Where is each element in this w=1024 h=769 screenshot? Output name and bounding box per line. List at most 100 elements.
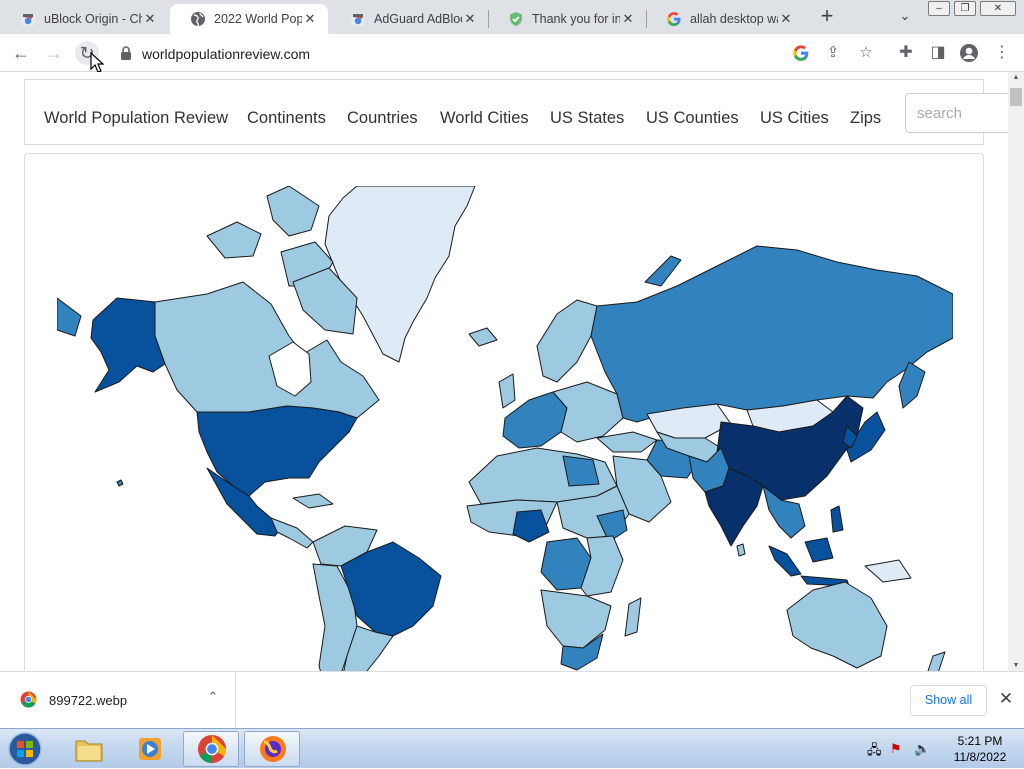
map-region-madagascar bbox=[624, 597, 642, 637]
nav-link-world-cities[interactable]: World Cities bbox=[440, 109, 529, 128]
tab-close-icon[interactable]: ✕ bbox=[778, 11, 794, 27]
taskbar-firefox-button[interactable] bbox=[244, 731, 300, 767]
map-region-russia-east-tip bbox=[57, 297, 82, 337]
page-scrollbar[interactable]: ▲ ▼ bbox=[1008, 72, 1024, 671]
side-panel-icon[interactable]: ◨ bbox=[928, 43, 948, 63]
shield-check-icon bbox=[510, 12, 522, 26]
forward-arrow-icon[interactable]: → bbox=[42, 41, 66, 65]
browser-toolbar: ← → ↻ worldpopulationreview.com ⇪ ☆ ✚ ◨ … bbox=[0, 34, 1024, 72]
tab-strip: uBlock Origin - Ch ✕ 2022 World Popul ✕ … bbox=[0, 0, 1024, 34]
site-navbar: World Population Review Continents Count… bbox=[24, 79, 1011, 145]
download-file-name: 899722.webp bbox=[49, 693, 128, 708]
windows-taskbar: 🖧 ⚑ 🔈 5:21 PM 11/8/2022 bbox=[0, 728, 1024, 768]
scroll-down-arrow-icon[interactable]: ▼ bbox=[1008, 662, 1024, 669]
share-icon[interactable]: ⇪ bbox=[824, 44, 842, 62]
map-region-indonesia-sumatra bbox=[768, 545, 802, 577]
map-region-greenland bbox=[324, 186, 476, 363]
tab-title: AdGuard AdBlock bbox=[374, 12, 462, 26]
tab-ublock[interactable]: uBlock Origin - Ch ✕ bbox=[0, 4, 168, 34]
tab-close-icon[interactable]: ✕ bbox=[142, 11, 158, 27]
restore-window-button[interactable]: ❐ bbox=[954, 1, 976, 16]
map-region-papua bbox=[864, 559, 912, 583]
scroll-up-arrow-icon[interactable]: ▲ bbox=[1008, 74, 1024, 81]
firefox-icon bbox=[260, 736, 286, 762]
download-bar: 899722.webp ⌃ Show all ✕ bbox=[0, 671, 1024, 728]
tab-search-chevron-icon[interactable]: ⌄ bbox=[895, 8, 915, 28]
tab-close-icon[interactable]: ✕ bbox=[620, 11, 636, 27]
tab-close-icon[interactable]: ✕ bbox=[302, 11, 318, 27]
nav-link-countries[interactable]: Countries bbox=[347, 109, 418, 128]
search-input[interactable] bbox=[905, 93, 1011, 133]
menu-kebab-icon[interactable]: ⋮ bbox=[992, 43, 1012, 63]
world-population-map bbox=[57, 186, 953, 671]
map-region-alaska bbox=[90, 297, 166, 393]
chrome-webstore-icon bbox=[21, 14, 35, 26]
volume-icon[interactable]: 🔈 bbox=[914, 741, 930, 757]
taskbar-media-player-button[interactable] bbox=[122, 731, 178, 767]
tab-thank-you[interactable]: Thank you for inst ✕ bbox=[488, 4, 646, 34]
brand-link[interactable]: World Population Review bbox=[44, 109, 228, 128]
close-window-button[interactable]: ✕ bbox=[980, 1, 1016, 16]
network-icon[interactable]: 🖧 bbox=[867, 741, 883, 757]
map-region-turkey bbox=[596, 431, 658, 453]
tab-title: uBlock Origin - Ch bbox=[44, 12, 142, 26]
map-region-russia bbox=[590, 245, 953, 423]
google-translate-icon[interactable] bbox=[792, 44, 810, 62]
tab-allah-wallpaper[interactable]: allah desktop wall ✕ bbox=[646, 4, 804, 34]
map-region-scandinavia bbox=[536, 299, 598, 383]
google-g-icon bbox=[667, 12, 681, 26]
minimize-window-button[interactable]: – bbox=[928, 1, 950, 16]
system-tray: 🖧 ⚑ 🔈 5:21 PM 11/8/2022 bbox=[862, 729, 1024, 769]
media-player-icon bbox=[139, 738, 161, 760]
download-item[interactable]: 899722.webp ⌃ bbox=[0, 672, 236, 728]
web-page: World Population Review Continents Count… bbox=[0, 72, 1024, 671]
tab-world-population[interactable]: 2022 World Popul ✕ bbox=[170, 4, 328, 34]
map-region-iceland bbox=[468, 327, 498, 347]
action-center-flag-icon[interactable]: ⚑ bbox=[890, 741, 906, 757]
chrome-icon bbox=[197, 734, 227, 764]
nav-link-us-cities[interactable]: US Cities bbox=[760, 109, 829, 128]
scroll-thumb[interactable] bbox=[1010, 88, 1022, 106]
back-arrow-icon[interactable]: ← bbox=[9, 41, 33, 65]
map-region-hawaii bbox=[116, 479, 124, 487]
map-card bbox=[24, 153, 984, 671]
tab-title: allah desktop wall bbox=[690, 12, 778, 26]
tab-title: 2022 World Popul bbox=[214, 12, 302, 26]
map-region-uk bbox=[498, 373, 516, 409]
new-tab-button[interactable]: + bbox=[816, 5, 838, 28]
windows-start-orb-icon[interactable] bbox=[6, 731, 44, 767]
extensions-puzzle-icon[interactable]: ✚ bbox=[896, 43, 916, 63]
map-region-sri-lanka bbox=[736, 543, 746, 557]
map-region-philippines bbox=[830, 505, 844, 533]
map-region-borneo bbox=[804, 537, 834, 563]
chrome-webstore-icon bbox=[351, 14, 365, 26]
clock-date[interactable]: 11/8/2022 bbox=[950, 750, 1010, 764]
taskbar-explorer-button[interactable] bbox=[62, 731, 118, 767]
nav-link-continents[interactable]: Continents bbox=[247, 109, 326, 128]
map-region-australia bbox=[786, 581, 888, 669]
close-download-bar-icon[interactable]: ✕ bbox=[996, 689, 1016, 709]
tab-title: Thank you for inst bbox=[532, 12, 620, 26]
profile-avatar-icon[interactable] bbox=[959, 43, 979, 63]
tab-adguard[interactable]: AdGuard AdBlock ✕ bbox=[330, 4, 488, 34]
show-all-button[interactable]: Show all bbox=[910, 685, 987, 716]
globe-icon bbox=[191, 12, 205, 27]
tab-close-icon[interactable]: ✕ bbox=[462, 11, 478, 27]
map-region-canada-islands bbox=[206, 221, 262, 259]
address-bar[interactable]: worldpopulationreview.com ⇪ ☆ bbox=[112, 38, 884, 68]
map-region-novaya-zemlya bbox=[644, 255, 682, 287]
map-region-caribbean bbox=[292, 493, 334, 509]
url-text[interactable]: worldpopulationreview.com bbox=[142, 46, 310, 62]
chevron-up-icon[interactable]: ⌃ bbox=[204, 689, 222, 707]
nav-link-us-counties[interactable]: US Counties bbox=[646, 109, 739, 128]
nav-link-us-states[interactable]: US States bbox=[550, 109, 624, 128]
nav-link-zips[interactable]: Zips bbox=[850, 109, 881, 128]
folder-icon bbox=[75, 740, 103, 762]
taskbar-chrome-button[interactable] bbox=[183, 731, 239, 767]
bookmark-star-icon[interactable]: ☆ bbox=[857, 44, 875, 62]
map-region-canada-islands bbox=[266, 186, 320, 237]
map-region-egypt bbox=[562, 455, 600, 487]
map-region-new-zealand bbox=[927, 651, 946, 671]
clock-time[interactable]: 5:21 PM bbox=[950, 734, 1010, 748]
lock-icon[interactable] bbox=[120, 46, 132, 60]
